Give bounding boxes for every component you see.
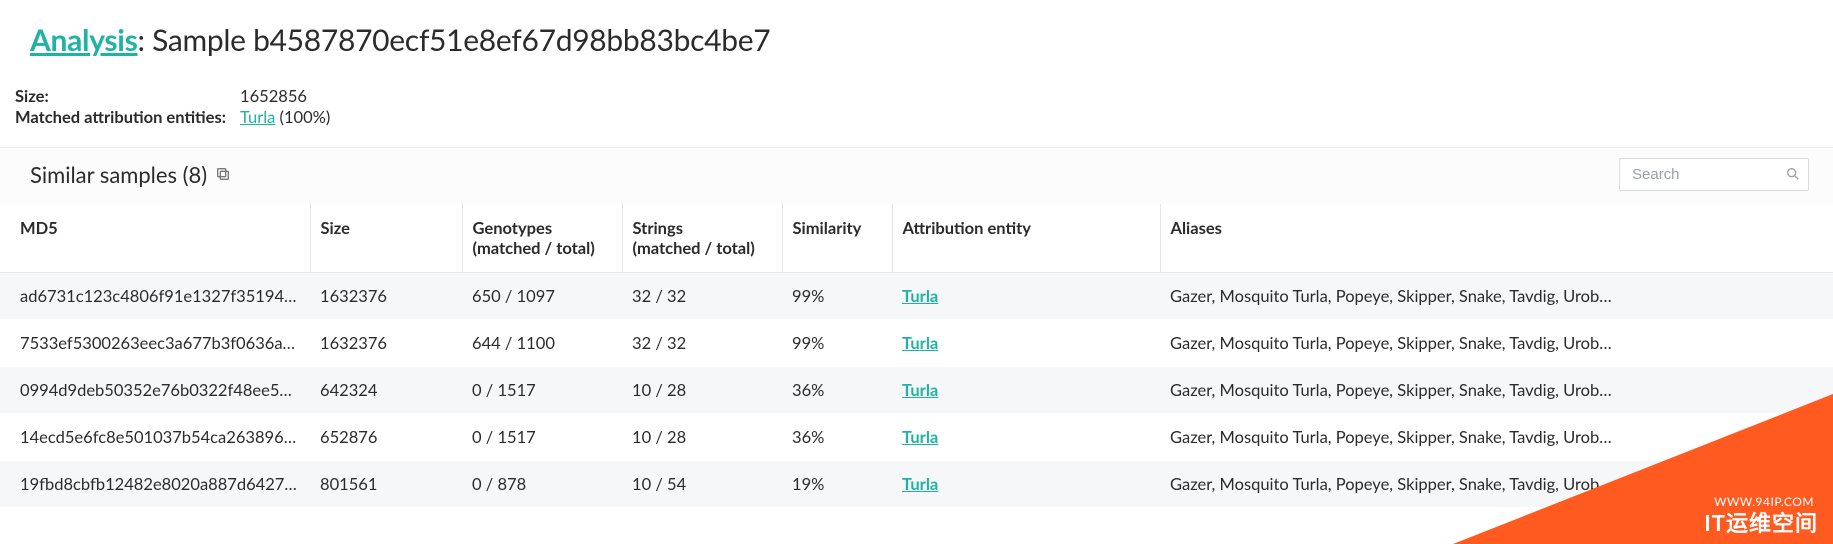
- copy-icon[interactable]: [215, 166, 231, 182]
- cell-strings: 32 / 32: [622, 319, 782, 366]
- attribution-entity-link[interactable]: Turla: [902, 474, 938, 494]
- cell-genotypes: 644 / 1100: [462, 319, 622, 366]
- cell-attribution: Turla: [892, 460, 1160, 507]
- col-similarity[interactable]: Similarity: [782, 204, 892, 273]
- cell-strings: 10 / 28: [622, 413, 782, 460]
- meta-label-size: Size:: [15, 86, 240, 107]
- attribution-entity-pct: (100%): [275, 107, 330, 127]
- analysis-link[interactable]: Analysis: [30, 22, 138, 58]
- cell-attribution: Turla: [892, 366, 1160, 413]
- meta-label-attribution: Matched attribution entities:: [15, 107, 240, 128]
- table-row[interactable]: ad6731c123c4806f91e1327f3519472216323766…: [0, 272, 1833, 319]
- cell-size: 642324: [310, 366, 462, 413]
- cell-similarity: 99%: [782, 272, 892, 319]
- cell-attribution: Turla: [892, 413, 1160, 460]
- cell-strings: 32 / 32: [622, 272, 782, 319]
- cell-size: 1632376: [310, 319, 462, 366]
- col-md5[interactable]: MD5: [0, 204, 310, 273]
- watermark-text: IT运维空间: [1704, 506, 1818, 538]
- cell-similarity: 99%: [782, 319, 892, 366]
- cell-similarity: 36%: [782, 366, 892, 413]
- search-icon: [1785, 166, 1801, 182]
- cell-md5: 19fbd8cbfb12482e8020a887d6427315: [0, 460, 310, 507]
- cell-attribution: Turla: [892, 272, 1160, 319]
- attribution-entity-link[interactable]: Turla: [902, 380, 938, 400]
- title-colon: : Sample: [138, 22, 254, 58]
- cell-genotypes: 0 / 1517: [462, 413, 622, 460]
- meta-row-attribution: Matched attribution entities: Turla (100…: [15, 107, 1833, 128]
- page-title: Analysis: Sample b4587870ecf51e8ef67d98b…: [0, 0, 1833, 58]
- cell-size: 652876: [310, 413, 462, 460]
- cell-aliases: Gazer, Mosquito Turla, Popeye, Skipper, …: [1160, 319, 1833, 366]
- cell-size: 1632376: [310, 272, 462, 319]
- search-field[interactable]: [1619, 158, 1809, 191]
- attribution-entity-link[interactable]: Turla: [902, 286, 938, 306]
- search-input[interactable]: [1619, 158, 1809, 191]
- col-aliases[interactable]: Aliases: [1160, 204, 1833, 273]
- cell-similarity: 19%: [782, 460, 892, 507]
- cell-similarity: 36%: [782, 413, 892, 460]
- meta-value-size: 1652856: [240, 86, 307, 107]
- col-genotypes[interactable]: Genotypes(matched / total): [462, 204, 622, 273]
- cell-md5: 14ecd5e6fc8e501037b54ca263896a11: [0, 413, 310, 460]
- col-size[interactable]: Size: [310, 204, 462, 273]
- cell-attribution: Turla: [892, 319, 1160, 366]
- cell-size: 801561: [310, 460, 462, 507]
- attribution-entity-link[interactable]: Turla: [240, 107, 275, 127]
- cell-md5: 7533ef5300263eec3a677b3f0636ae73: [0, 319, 310, 366]
- table-row[interactable]: 7533ef5300263eec3a677b3f0636ae7316323766…: [0, 319, 1833, 366]
- cell-strings: 10 / 54: [622, 460, 782, 507]
- cell-md5: ad6731c123c4806f91e1327f35194722: [0, 272, 310, 319]
- attribution-entity-link[interactable]: Turla: [902, 333, 938, 353]
- cell-genotypes: 0 / 1517: [462, 366, 622, 413]
- sample-hash: b4587870ecf51e8ef67d98bb83bc4be7: [253, 22, 770, 58]
- table-header-row: MD5 Size Genotypes(matched / total) Stri…: [0, 204, 1833, 273]
- section-title: Similar samples (8): [30, 161, 207, 188]
- cell-genotypes: 650 / 1097: [462, 272, 622, 319]
- section-header: Similar samples (8): [0, 147, 1833, 204]
- metadata-block: Size: 1652856 Matched attribution entiti…: [0, 58, 1833, 129]
- meta-row-size: Size: 1652856: [15, 86, 1833, 107]
- cell-aliases: Gazer, Mosquito Turla, Popeye, Skipper, …: [1160, 272, 1833, 319]
- cell-genotypes: 0 / 878: [462, 460, 622, 507]
- attribution-entity-link[interactable]: Turla: [902, 427, 938, 447]
- col-strings[interactable]: Strings(matched / total): [622, 204, 782, 273]
- cell-md5: 0994d9deb50352e76b0322f48ee576c6: [0, 366, 310, 413]
- cell-strings: 10 / 28: [622, 366, 782, 413]
- col-attribution[interactable]: Attribution entity: [892, 204, 1160, 273]
